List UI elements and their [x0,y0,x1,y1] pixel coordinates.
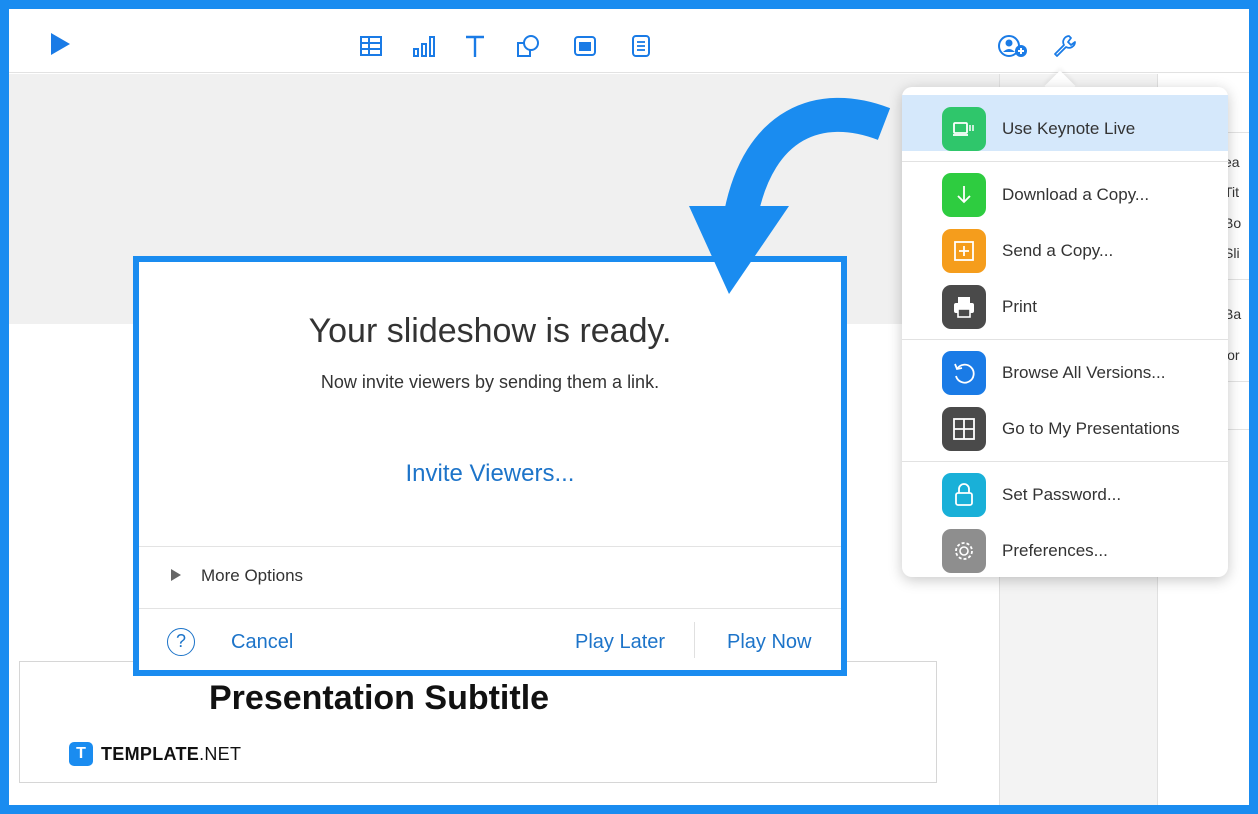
menu-item-use-keynote-live[interactable]: Use Keynote Live [902,95,1228,151]
lock-icon [942,473,986,517]
menu-item-label: Go to My Presentations [1002,419,1180,438]
menu-item-send-copy[interactable]: Send a Copy... [902,217,1228,273]
tools-menu: Use Keynote Live Download a Copy... Send… [902,87,1228,577]
table-icon[interactable] [358,33,384,59]
download-icon [942,173,986,217]
wrench-icon[interactable] [1051,33,1077,59]
shape-icon[interactable] [515,33,541,59]
menu-item-download-copy[interactable]: Download a Copy... [902,161,1228,217]
media-icon[interactable] [572,33,598,59]
collaborate-icon[interactable] [997,33,1031,59]
chart-icon[interactable] [411,33,437,59]
play-later-button[interactable]: Play Later [575,631,665,654]
menu-item-label: Use Keynote Live [1002,119,1136,138]
menu-item-preferences[interactable]: Preferences... [902,517,1228,573]
menu-item-label: Preferences... [1002,541,1108,560]
comment-icon[interactable] [628,33,654,59]
menu-item-label: Set Password... [1002,485,1122,504]
menu-item-browse-versions[interactable]: Browse All Versions... [902,339,1228,395]
brand-name-bold: TEMPLATE [101,743,200,764]
dialog-title: Your slideshow is ready. [308,312,672,350]
invite-viewers-link[interactable]: Invite Viewers... [139,460,841,488]
cancel-button[interactable]: Cancel [231,631,293,654]
menu-item-label: Download a Copy... [1002,185,1150,204]
versions-icon [942,351,986,395]
more-options-toggle[interactable]: More Options [201,566,303,586]
keynote-live-icon [942,107,986,151]
menu-item-set-password[interactable]: Set Password... [902,461,1228,517]
presentations-icon [942,407,986,451]
send-copy-icon [942,229,986,273]
presentation-subtitle[interactable]: Presentation Subtitle [209,679,549,718]
menu-item-label: Browse All Versions... [1002,363,1166,382]
annotation-arrow-icon [689,97,891,294]
keynote-live-dialog: Your slideshow is ready. Now invite view… [133,256,847,676]
brand-logo-icon: T [69,742,93,766]
print-icon [942,285,986,329]
menu-item-print[interactable]: Print [902,273,1228,329]
menu-item-label: Print [1002,297,1037,316]
help-icon[interactable]: ? [167,628,195,656]
toolbar [9,9,1249,73]
button-divider [694,622,695,658]
text-icon[interactable] [462,33,488,59]
play-icon[interactable] [51,33,70,55]
menu-item-label: Send a Copy... [1002,241,1114,260]
brand-watermark: T TEMPLATE.NET [69,741,241,767]
menu-item-my-presentations[interactable]: Go to My Presentations [902,395,1228,451]
play-now-button[interactable]: Play Now [727,631,811,654]
disclosure-triangle-icon[interactable] [171,569,181,581]
dialog-divider [139,608,841,609]
brand-name-suffix: .NET [199,743,242,764]
dialog-subtitle: Now invite viewers by sending them a lin… [320,372,660,392]
gear-icon [942,529,986,573]
screenshot-frame: ea Tit Bo Sli Ba lor Presentation Subtit… [0,0,1258,814]
dialog-divider [139,546,841,547]
